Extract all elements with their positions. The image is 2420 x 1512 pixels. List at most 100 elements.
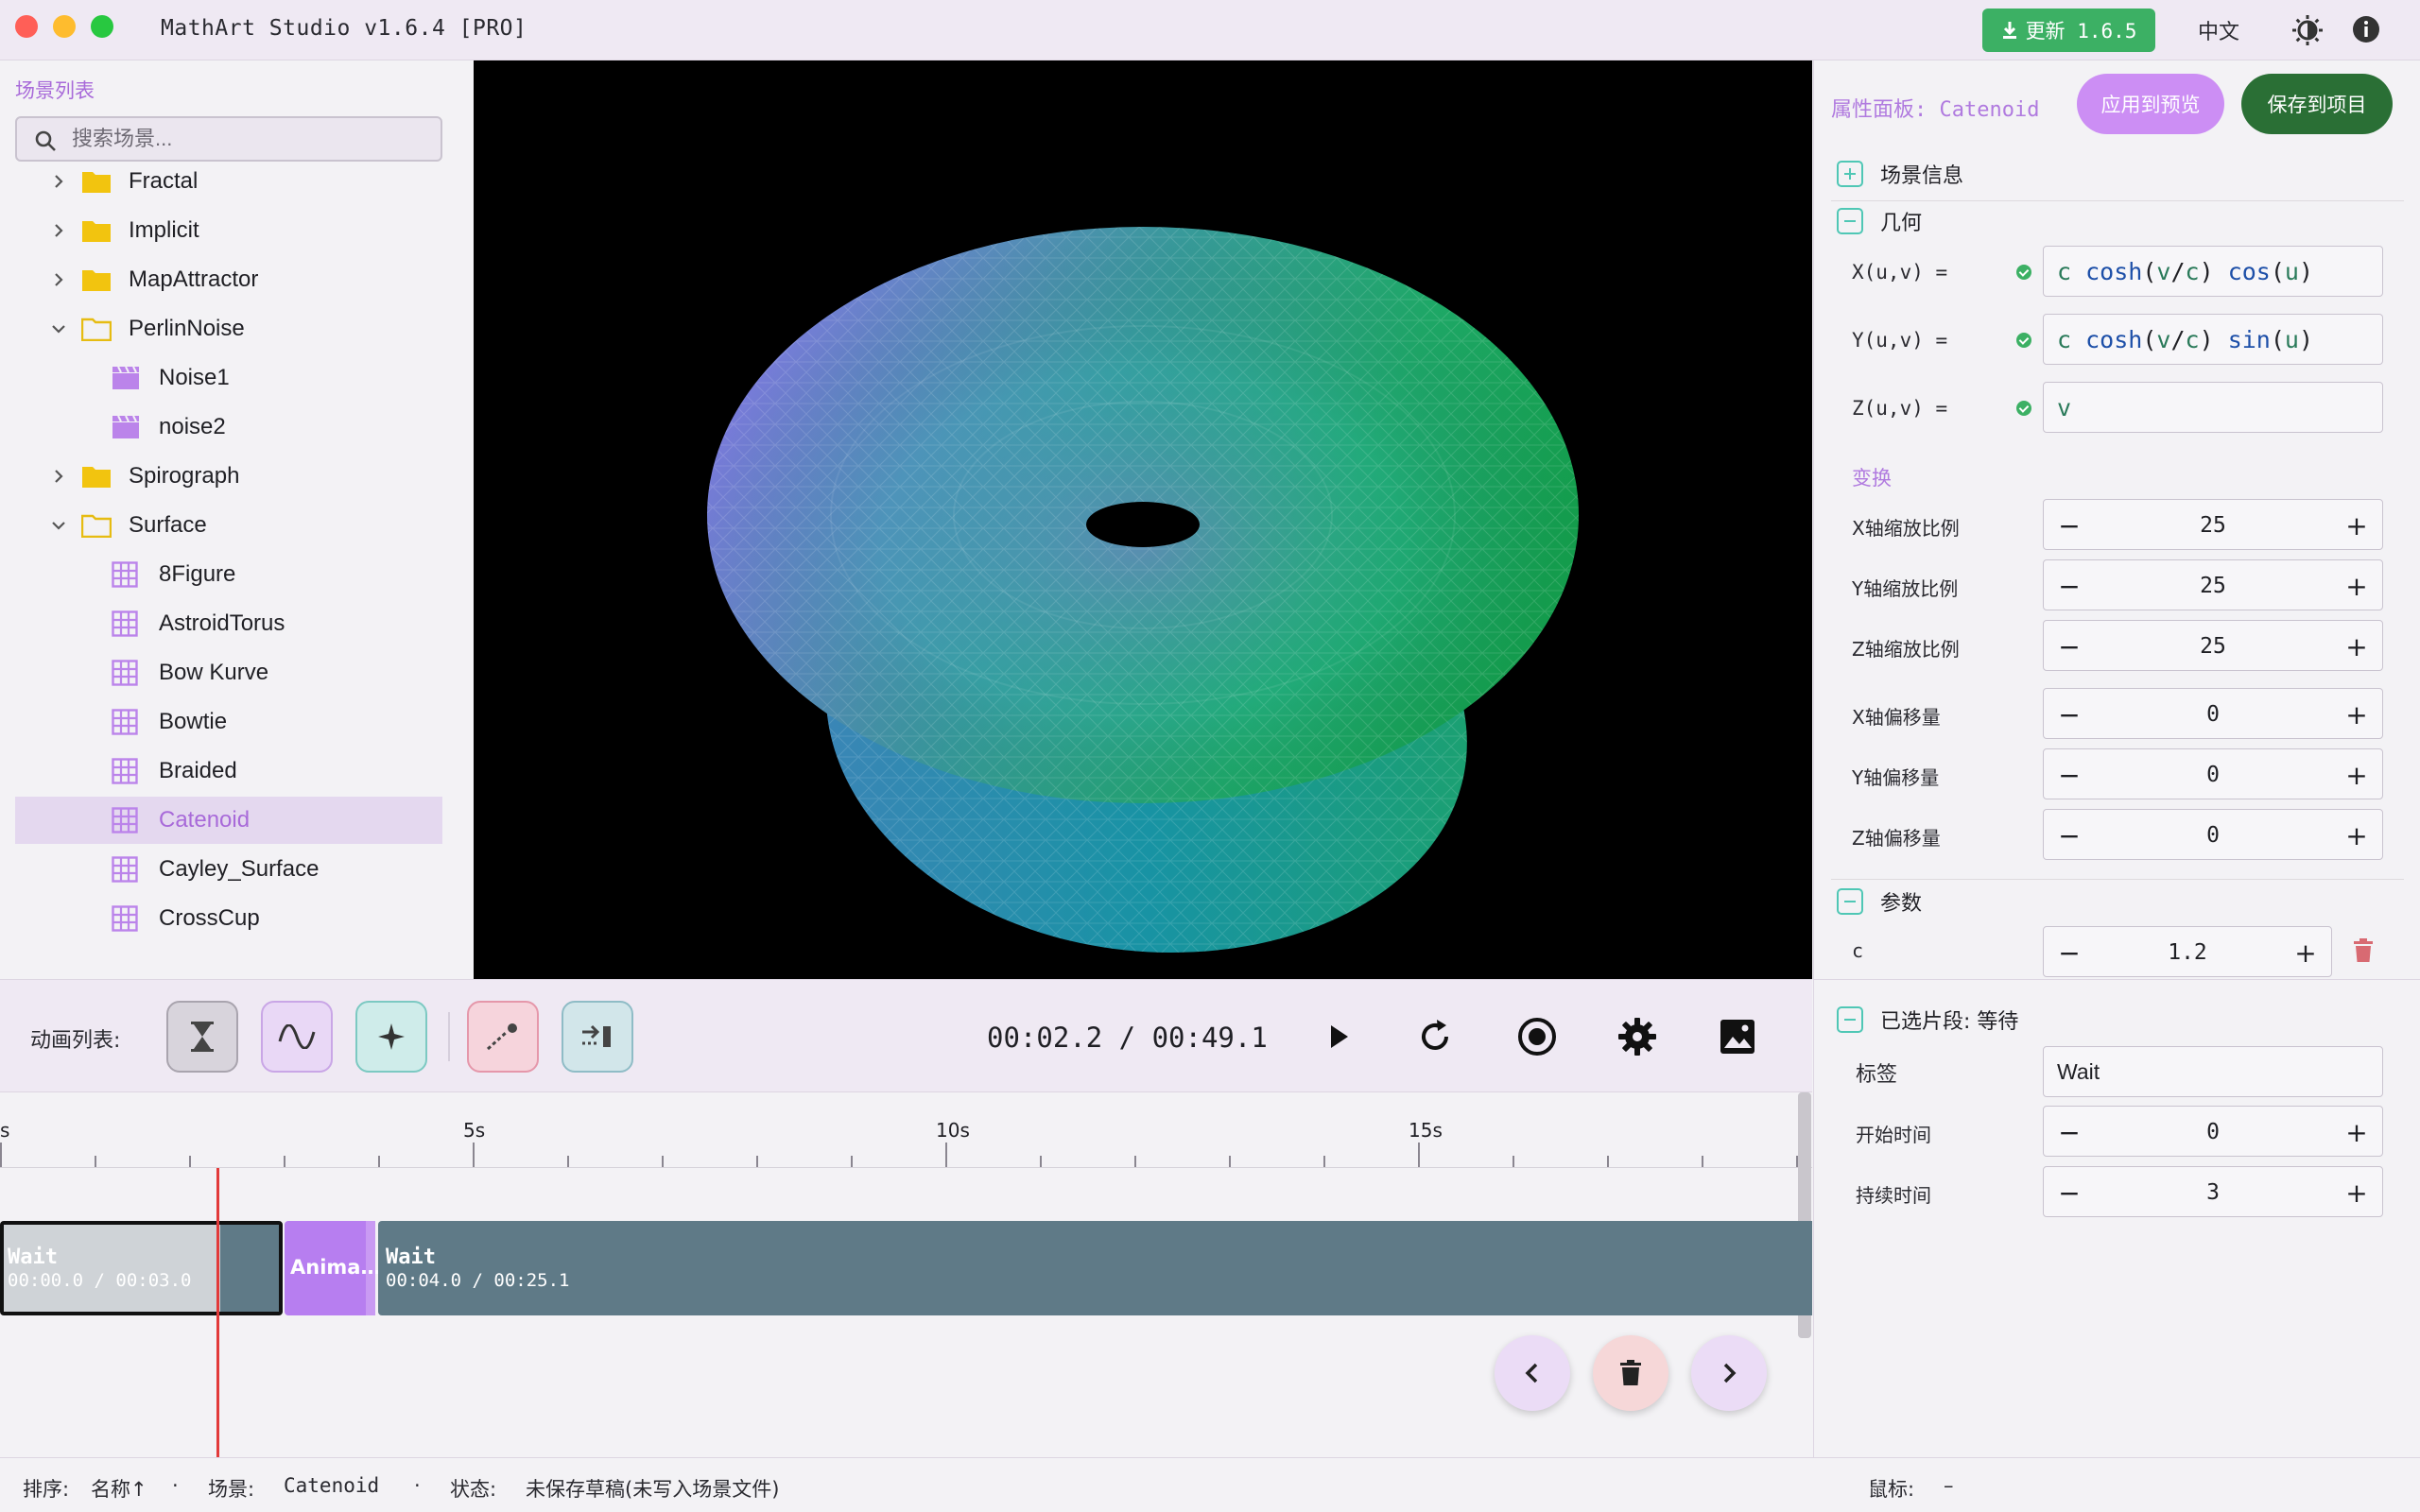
tree-item[interactable]: AstroidTorus (15, 600, 442, 647)
time-ruler: s 5s 10s 15s (0, 1092, 1812, 1168)
close-window-button[interactable] (15, 15, 38, 38)
folder-icon (82, 270, 111, 291)
tree-item[interactable]: Bow Kurve (15, 649, 442, 696)
section-params[interactable]: 参数 (1837, 886, 1922, 917)
decrement-button[interactable]: − (2044, 810, 2095, 861)
playhead[interactable] (216, 1168, 219, 1457)
tree-item-label: PerlinNoise (129, 316, 245, 341)
tree-item[interactable]: Noise1 (15, 354, 442, 402)
brightness-icon[interactable] (2291, 14, 2324, 46)
increment-button[interactable]: + (2331, 689, 2382, 740)
wait-animation-button[interactable] (166, 1001, 238, 1073)
tree-item[interactable]: Bowtie (15, 698, 442, 746)
tree-item[interactable]: noise2 (15, 404, 442, 451)
chevron-down-icon[interactable] (49, 516, 68, 535)
update-button[interactable]: 更新 1.6.5 (1982, 9, 2155, 52)
record-icon[interactable] (1516, 1016, 1558, 1057)
chevron-right-icon[interactable] (49, 467, 68, 486)
play-icon[interactable] (1318, 1016, 1359, 1057)
increment-button[interactable]: + (2280, 927, 2331, 978)
chevron-right-icon[interactable] (49, 221, 68, 240)
section-geometry[interactable]: 几何 (1837, 206, 1922, 236)
equation-token: cosh (2085, 257, 2143, 285)
image-export-icon[interactable] (1717, 1016, 1758, 1057)
decrement-button[interactable]: − (2044, 621, 2095, 672)
tree-item[interactable]: 8Figure (15, 551, 442, 598)
section-label: 几何 (1880, 212, 1923, 235)
tree-item[interactable]: Braided (15, 747, 442, 795)
search-input[interactable] (72, 124, 431, 154)
decrement-button[interactable]: − (2044, 500, 2095, 551)
transition-animation-button[interactable] (562, 1001, 633, 1073)
transform-value[interactable]: 25 (2095, 621, 2331, 672)
chevron-down-icon[interactable] (49, 319, 68, 338)
chevron-right-icon[interactable] (49, 172, 68, 191)
zoom-window-button[interactable] (91, 15, 113, 38)
decrement-button[interactable]: − (2044, 689, 2095, 740)
decrement-button[interactable]: − (2044, 1107, 2095, 1158)
prev-clip-button[interactable] (1495, 1335, 1570, 1411)
decrement-button[interactable]: − (2044, 560, 2095, 611)
increment-button[interactable]: + (2331, 560, 2382, 611)
next-clip-button[interactable] (1691, 1335, 1767, 1411)
ruler-tick (945, 1143, 947, 1167)
increment-button[interactable]: + (2331, 621, 2382, 672)
equation-input[interactable]: v (2043, 382, 2383, 433)
timeline-clip-animation[interactable]: Anima… (285, 1221, 380, 1315)
timeline[interactable]: s 5s 10s 15s Wait 00:00.0 / 00:03.0 Anima… … (0, 1092, 1812, 1457)
replay-icon[interactable] (1414, 1016, 1456, 1057)
equation-input[interactable]: c cosh(v / c) cos(u) (2043, 246, 2383, 297)
tag-input[interactable]: Wait (2043, 1046, 2383, 1097)
transform-value[interactable]: 25 (2095, 560, 2331, 611)
sort-value[interactable]: 名称↑ (91, 1474, 147, 1503)
tree-item[interactable]: Spirograph (15, 453, 442, 500)
minimize-window-button[interactable] (53, 15, 76, 38)
decrement-button[interactable]: − (2044, 1167, 2095, 1218)
language-button[interactable]: 中文 (2198, 15, 2239, 45)
apply-preview-button[interactable]: 应用到预览 (2077, 74, 2224, 134)
transform-value[interactable]: 0 (2095, 810, 2331, 861)
search-box[interactable] (15, 116, 442, 162)
section-scene-info[interactable]: 场景信息 (1837, 159, 1963, 189)
tree-item[interactable]: Catenoid (15, 797, 442, 844)
tree-item[interactable]: CrossCup (15, 895, 442, 942)
increment-button[interactable]: + (2331, 1167, 2382, 1218)
tree-item[interactable]: Implicit (15, 207, 442, 254)
folder-open-icon (81, 514, 112, 538)
section-selected-segment[interactable]: 已选片段: 等待 (1837, 1005, 2018, 1035)
increment-button[interactable]: + (2331, 1107, 2382, 1158)
tree-item[interactable]: Surface (15, 502, 442, 549)
equation-input[interactable]: c cosh(v / c) sin(u) (2043, 314, 2383, 365)
tree-item[interactable]: Cayley_Surface (15, 846, 442, 893)
transform-value[interactable]: 0 (2095, 689, 2331, 740)
timeline-clip-wait-selected[interactable]: Wait 00:00.0 / 00:03.0 (0, 1221, 283, 1315)
save-project-button[interactable]: 保存到项目 (2241, 74, 2393, 134)
decrement-button[interactable]: − (2044, 927, 2095, 978)
curve-animation-button[interactable] (261, 1001, 333, 1073)
timeline-clip-wait[interactable]: Wait 00:04.0 / 00:25.1 (378, 1221, 1812, 1315)
tree-item[interactable]: Fractal (15, 158, 442, 205)
increment-button[interactable]: + (2331, 810, 2382, 861)
trash-icon[interactable] (2353, 938, 2374, 963)
transform-value[interactable]: 25 (2095, 500, 2331, 551)
increment-button[interactable]: + (2331, 749, 2382, 800)
tree-item[interactable]: MapAttractor (15, 256, 442, 303)
path-animation-button[interactable] (467, 1001, 539, 1073)
tree-item[interactable]: PerlinNoise (15, 305, 442, 352)
point-animation-button[interactable] (355, 1001, 427, 1073)
decrement-button[interactable]: − (2044, 749, 2095, 800)
increment-button[interactable]: + (2331, 500, 2382, 551)
param-value[interactable]: 1.2 (2095, 927, 2280, 978)
duration-value[interactable]: 3 (2095, 1167, 2331, 1218)
sort-label: 排序: (23, 1478, 70, 1501)
app-window: MathArt Studio v1.6.4 [PRO] 更新 1.6.5 中文 … (0, 0, 2420, 1512)
start-time-value[interactable]: 0 (2095, 1107, 2331, 1158)
delete-clip-button[interactable] (1593, 1335, 1668, 1411)
settings-gear-icon[interactable] (1616, 1016, 1658, 1057)
chevron-right-icon[interactable] (49, 270, 68, 289)
transform-value[interactable]: 0 (2095, 749, 2331, 800)
3d-viewport[interactable] (474, 60, 1812, 979)
equation-label: Y(u,v) = (1852, 329, 1948, 352)
chevron-left-icon (1525, 1363, 1538, 1383)
info-icon[interactable] (2351, 14, 2381, 44)
